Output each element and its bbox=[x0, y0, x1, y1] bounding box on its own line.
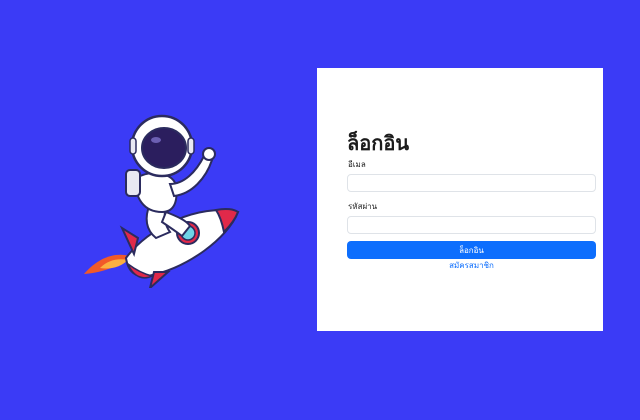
astronaut-on-rocket-icon bbox=[78, 108, 248, 291]
login-title: ล็อกอิน bbox=[347, 131, 410, 155]
login-button[interactable]: ล็อกอิน bbox=[347, 241, 596, 259]
register-link[interactable]: สมัครสมาชิก bbox=[347, 261, 596, 271]
password-field[interactable] bbox=[347, 216, 596, 234]
login-card: ล็อกอิน อีเมล รหัสผ่าน ล็อกอิน สมัครสมาช… bbox=[317, 68, 603, 331]
email-label: อีเมล bbox=[348, 160, 366, 169]
email-field[interactable] bbox=[347, 174, 596, 192]
login-page: ล็อกอิน อีเมล รหัสผ่าน ล็อกอิน สมัครสมาช… bbox=[0, 0, 640, 420]
password-label: รหัสผ่าน bbox=[348, 202, 378, 211]
